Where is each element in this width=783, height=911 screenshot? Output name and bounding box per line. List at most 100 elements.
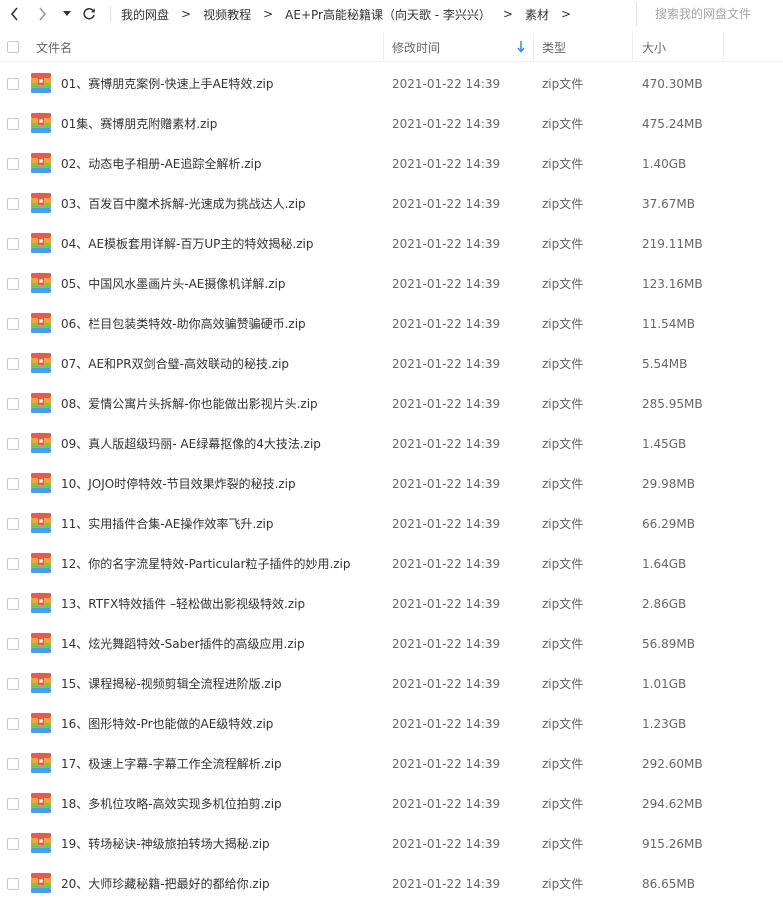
row-checkbox[interactable] — [7, 238, 19, 250]
row-checkbox[interactable] — [7, 598, 19, 610]
file-modified: 2021-01-22 14:39 — [392, 77, 501, 91]
sort-descending-icon[interactable] — [517, 41, 525, 53]
zip-file-icon — [31, 833, 51, 853]
file-row[interactable]: 08、爱情公寓片头拆解-你也能做出影视片头.zip 2021-01-22 14:… — [0, 384, 783, 424]
file-name[interactable]: 13、RTFX特效插件 –轻松做出影视级特效.zip — [61, 584, 305, 624]
row-checkbox[interactable] — [7, 518, 19, 530]
back-button[interactable] — [4, 3, 26, 25]
file-row[interactable]: 14、炫光舞蹈特效-Saber插件的高级应用.zip 2021-01-22 14… — [0, 624, 783, 664]
row-checkbox[interactable] — [7, 478, 19, 490]
file-type: zip文件 — [542, 157, 584, 171]
file-row[interactable]: 12、你的名字流星特效-Particular粒子插件的妙用.zip 2021-0… — [0, 544, 783, 584]
search-input[interactable] — [653, 6, 783, 22]
breadcrumb-item-current[interactable]: 素材 — [516, 6, 558, 23]
file-name[interactable]: 06、栏目包装类特效-助你高效骗赞骗硬币.zip — [61, 304, 306, 344]
file-row[interactable]: 18、多机位攻略-高效实现多机位拍剪.zip 2021-01-22 14:39 … — [0, 784, 783, 824]
file-name[interactable]: 17、极速上字幕-字幕工作全流程解析.zip — [61, 744, 282, 784]
file-name[interactable]: 09、真人版超级玛丽- AE绿幕抠像的4大技法.zip — [61, 424, 321, 464]
chevron-left-icon — [10, 7, 18, 21]
file-name[interactable]: 16、图形特效-Pr也能做的AE级特效.zip — [61, 704, 273, 744]
breadcrumb-item-root[interactable]: 我的网盘 — [112, 6, 178, 23]
toolbar-divider — [110, 6, 111, 22]
file-row[interactable]: 01集、赛博朋克附赠素材.zip 2021-01-22 14:39 zip文件 … — [0, 104, 783, 144]
chevron-right-icon — [39, 7, 47, 21]
file-name[interactable]: 11、实用插件合集-AE操作效率飞升.zip — [61, 504, 273, 544]
breadcrumb-item-course[interactable]: AE+Pr高能秘籍课（向天歌 - 李兴兴） — [276, 6, 500, 23]
column-divider[interactable] — [632, 33, 633, 61]
file-name[interactable]: 20、大师珍藏秘籍-把最好的都给你.zip — [61, 864, 270, 904]
file-name[interactable]: 12、你的名字流星特效-Particular粒子插件的妙用.zip — [61, 544, 351, 584]
file-name[interactable]: 07、AE和PR双剑合璧-高效联动的秘技.zip — [61, 344, 289, 384]
forward-button[interactable] — [31, 3, 53, 25]
column-header-name[interactable]: 文件名 — [36, 33, 72, 61]
file-list: 01、赛博朋克案例-快速上手AE特效.zip 2021-01-22 14:39 … — [0, 64, 783, 904]
history-dropdown-button[interactable] — [58, 3, 76, 25]
row-checkbox[interactable] — [7, 558, 19, 570]
row-checkbox[interactable] — [7, 118, 19, 130]
file-row[interactable]: 01、赛博朋克案例-快速上手AE特效.zip 2021-01-22 14:39 … — [0, 64, 783, 104]
breadcrumb-separator[interactable]: > — [558, 7, 574, 21]
refresh-button[interactable] — [78, 3, 100, 25]
column-divider[interactable] — [723, 33, 724, 61]
file-row[interactable]: 16、图形特效-Pr也能做的AE级特效.zip 2021-01-22 14:39… — [0, 704, 783, 744]
file-row[interactable]: 20、大师珍藏秘籍-把最好的都给你.zip 2021-01-22 14:39 z… — [0, 864, 783, 904]
file-name[interactable]: 15、课程揭秘-视频剪辑全流程进阶版.zip — [61, 664, 282, 704]
file-row[interactable]: 06、栏目包装类特效-助你高效骗赞骗硬币.zip 2021-01-22 14:3… — [0, 304, 783, 344]
row-checkbox[interactable] — [7, 398, 19, 410]
row-checkbox[interactable] — [7, 678, 19, 690]
file-row[interactable]: 05、中国风水墨画片头-AE摄像机详解.zip 2021-01-22 14:39… — [0, 264, 783, 304]
row-checkbox[interactable] — [7, 438, 19, 450]
zip-file-icon — [31, 273, 51, 293]
column-header-type[interactable]: 类型 — [542, 33, 566, 61]
file-row[interactable]: 09、真人版超级玛丽- AE绿幕抠像的4大技法.zip 2021-01-22 1… — [0, 424, 783, 464]
breadcrumb-item-video[interactable]: 视频教程 — [194, 6, 260, 23]
file-row[interactable]: 03、百发百中魔术拆解-光速成为挑战达人.zip 2021-01-22 14:3… — [0, 184, 783, 224]
file-row[interactable]: 17、极速上字幕-字幕工作全流程解析.zip 2021-01-22 14:39 … — [0, 744, 783, 784]
file-type: zip文件 — [542, 477, 584, 491]
row-checkbox[interactable] — [7, 78, 19, 90]
file-size: 470.30MB — [642, 77, 703, 91]
column-header-size[interactable]: 大小 — [642, 33, 666, 61]
row-checkbox[interactable] — [7, 718, 19, 730]
file-modified: 2021-01-22 14:39 — [392, 157, 501, 171]
file-size: 1.45GB — [642, 437, 687, 451]
file-name[interactable]: 08、爱情公寓片头拆解-你也能做出影视片头.zip — [61, 384, 318, 424]
file-row[interactable]: 04、AE模板套用详解-百万UP主的特效揭秘.zip 2021-01-22 14… — [0, 224, 783, 264]
column-header-modified[interactable]: 修改时间 — [392, 33, 440, 61]
row-checkbox[interactable] — [7, 638, 19, 650]
file-row[interactable]: 07、AE和PR双剑合璧-高效联动的秘技.zip 2021-01-22 14:3… — [0, 344, 783, 384]
file-name[interactable]: 01、赛博朋克案例-快速上手AE特效.zip — [61, 64, 273, 104]
file-type: zip文件 — [542, 237, 584, 251]
file-row[interactable]: 13、RTFX特效插件 –轻松做出影视级特效.zip 2021-01-22 14… — [0, 584, 783, 624]
file-row[interactable]: 02、动态电子相册-AE追踪全解析.zip 2021-01-22 14:39 z… — [0, 144, 783, 184]
select-all-checkbox[interactable] — [7, 41, 19, 53]
file-name[interactable]: 14、炫光舞蹈特效-Saber插件的高级应用.zip — [61, 624, 305, 664]
zip-file-icon — [31, 873, 51, 893]
row-checkbox[interactable] — [7, 878, 19, 890]
file-name[interactable]: 05、中国风水墨画片头-AE摄像机详解.zip — [61, 264, 285, 304]
zip-file-icon — [31, 713, 51, 733]
zip-file-icon — [31, 193, 51, 213]
file-name[interactable]: 19、转场秘诀-神级旅拍转场大揭秘.zip — [61, 824, 270, 864]
column-divider[interactable] — [383, 33, 384, 61]
file-name[interactable]: 03、百发百中魔术拆解-光速成为挑战达人.zip — [61, 184, 306, 224]
row-checkbox[interactable] — [7, 158, 19, 170]
row-checkbox[interactable] — [7, 278, 19, 290]
row-checkbox[interactable] — [7, 838, 19, 850]
file-name[interactable]: 10、JOJO时停特效-节目效果炸裂的秘技.zip — [61, 464, 296, 504]
file-name[interactable]: 04、AE模板套用详解-百万UP主的特效揭秘.zip — [61, 224, 313, 264]
file-name[interactable]: 01集、赛博朋克附赠素材.zip — [61, 104, 217, 144]
file-row[interactable]: 10、JOJO时停特效-节目效果炸裂的秘技.zip 2021-01-22 14:… — [0, 464, 783, 504]
row-checkbox[interactable] — [7, 198, 19, 210]
file-type: zip文件 — [542, 717, 584, 731]
row-checkbox[interactable] — [7, 318, 19, 330]
file-row[interactable]: 11、实用插件合集-AE操作效率飞升.zip 2021-01-22 14:39 … — [0, 504, 783, 544]
row-checkbox[interactable] — [7, 758, 19, 770]
file-row[interactable]: 19、转场秘诀-神级旅拍转场大揭秘.zip 2021-01-22 14:39 z… — [0, 824, 783, 864]
column-divider[interactable] — [533, 33, 534, 61]
file-row[interactable]: 15、课程揭秘-视频剪辑全流程进阶版.zip 2021-01-22 14:39 … — [0, 664, 783, 704]
file-name[interactable]: 18、多机位攻略-高效实现多机位拍剪.zip — [61, 784, 282, 824]
file-name[interactable]: 02、动态电子相册-AE追踪全解析.zip — [61, 144, 261, 184]
row-checkbox[interactable] — [7, 798, 19, 810]
row-checkbox[interactable] — [7, 358, 19, 370]
